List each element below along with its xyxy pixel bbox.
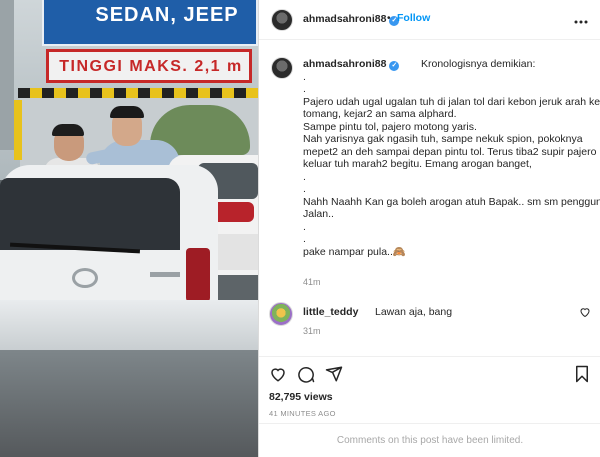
share-icon[interactable]	[325, 365, 343, 383]
avatar[interactable]	[271, 9, 293, 31]
gantry-pole	[0, 0, 14, 150]
car-logo	[72, 268, 98, 288]
comment-timestamp[interactable]: 31m	[303, 326, 321, 336]
person-left-hair	[52, 124, 84, 136]
caption-line: .	[303, 220, 306, 233]
post-header: ahmadsahroni88 ✓ • Follow	[259, 0, 600, 40]
bookmark-icon[interactable]	[573, 365, 591, 383]
caption-line: Nah yarisnya gak ngasih tuh, sampe nekuk…	[303, 133, 583, 145]
more-options-icon[interactable]	[571, 9, 591, 29]
comment-icon[interactable]	[297, 365, 315, 383]
caption-line: pake nampar pula..🙈	[303, 245, 406, 258]
caption-line: keluar tuh marah2 begitu. Emang arogan b…	[303, 158, 532, 170]
yellow-barrier-pole	[14, 100, 22, 160]
caption-text: Kronologisnya demikian: . . Pajero udah …	[303, 58, 600, 258]
person-right-hair	[110, 106, 144, 118]
post-time-ago[interactable]: 41 MINUTES AGO	[269, 409, 336, 418]
header-username[interactable]: ahmadsahroni88 ✓	[303, 13, 400, 26]
post-media[interactable]: SEDAN, JEEP TINGGI MAKS. 2,1 m	[0, 0, 258, 457]
comment-username[interactable]: little_teddy	[303, 306, 358, 318]
post-side-panel: ahmadsahroni88 ✓ • Follow ahmadsahroni88 ✓…	[258, 0, 600, 457]
header-username-text[interactable]: ahmadsahroni88	[303, 13, 386, 25]
comment-like-heart-icon[interactable]	[579, 306, 591, 318]
caption-line: Jalan..	[303, 208, 334, 220]
height-limit-sign-text: TINGGI MAKS. 2,1 m	[59, 58, 243, 75]
post-actions-bar	[259, 356, 600, 388]
caption-line: .	[303, 70, 306, 83]
vehicle-class-sign-text: SEDAN, JEEP	[95, 4, 239, 26]
vehicle-class-sign: SEDAN, JEEP	[42, 0, 258, 46]
silver-car-taillight	[186, 248, 210, 302]
silver-car-rear-window	[0, 178, 180, 250]
caption-line: Pajero udah ugal ugalan tuh di jalan tol…	[303, 95, 600, 108]
height-limit-sign: TINGGI MAKS. 2,1 m	[46, 49, 252, 83]
caption-line: mepet2 an deh sampai depan pintu tol. Te…	[303, 145, 597, 158]
comment-text: Lawan aja, bang	[375, 306, 453, 318]
caption-line: .	[303, 83, 306, 95]
caption-line: .	[303, 233, 306, 245]
own-car-dashboard	[0, 350, 258, 457]
caption-line: .	[303, 170, 306, 183]
caption-line: .	[303, 183, 306, 195]
comments-limited-notice: Comments on this post have been limited.	[259, 423, 600, 457]
car-badge	[150, 272, 180, 277]
separator-dot: •	[387, 13, 391, 24]
view-count[interactable]: 82,795 views	[269, 391, 333, 403]
like-heart-icon[interactable]	[269, 365, 287, 383]
caption-line: Kronologisnya demikian:	[421, 58, 536, 70]
hazard-stripe	[18, 88, 258, 98]
caption-line: Sampe pintu tol, pajero motong yaris.	[303, 120, 477, 133]
caption-avatar[interactable]	[271, 57, 293, 79]
caption-line: tomang, kejar2 an sama alphard.	[303, 108, 457, 120]
caption-timestamp[interactable]: 41m	[303, 277, 321, 287]
comment-avatar[interactable]	[269, 302, 293, 326]
follow-button[interactable]: Follow	[397, 12, 430, 24]
caption-line: Nahh Naahh Kan ga boleh arogan atuh Bapa…	[303, 195, 600, 208]
comment-item: little_teddy Lawan aja, bang 31m	[259, 300, 600, 344]
